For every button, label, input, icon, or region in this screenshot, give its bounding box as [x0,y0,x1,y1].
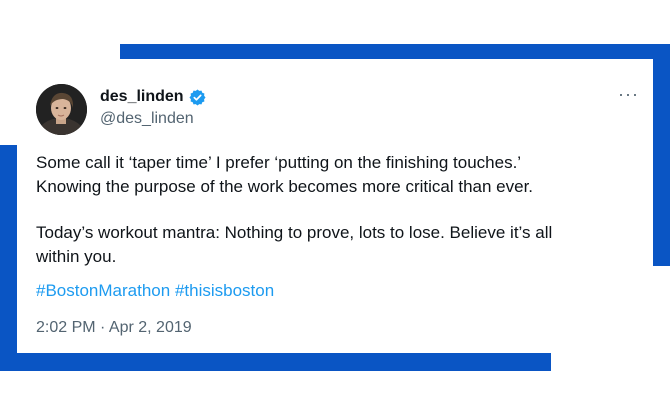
tweet-paragraph-1: Some call it ‘taper time’ I prefer ‘putt… [36,151,636,199]
hashtag-link[interactable]: #thisisboston [175,281,274,300]
tweet-body: Some call it ‘taper time’ I prefer ‘putt… [36,151,636,269]
verified-badge-icon [189,88,206,106]
tweet-timestamp[interactable]: 2:02 PM · Apr 2, 2019 [36,317,192,339]
tweet-text-line: Knowing the purpose of the work becomes … [36,177,534,196]
tweet-text-line: within you. [36,247,117,266]
more-options-icon[interactable]: ··· [618,85,639,103]
author-handle[interactable]: @des_linden [100,110,194,128]
hashtag-link[interactable]: #BostonMarathon [36,281,170,300]
author-name-row: des_linden [100,88,206,106]
avatar[interactable] [36,84,87,135]
tweet-paragraph-2: Today’s workout mantra: Nothing to prove… [36,221,636,269]
tweet-text-line: Some call it ‘taper time’ I prefer ‘putt… [36,153,522,172]
avatar-image [36,84,87,135]
display-name[interactable]: des_linden [100,88,184,106]
tweet-card: des_linden @des_linden ··· Some call it … [17,59,653,353]
tweet-text-line: Today’s workout mantra: Nothing to prove… [36,223,553,242]
hashtag-row: #BostonMarathon #thisisboston [36,279,274,303]
